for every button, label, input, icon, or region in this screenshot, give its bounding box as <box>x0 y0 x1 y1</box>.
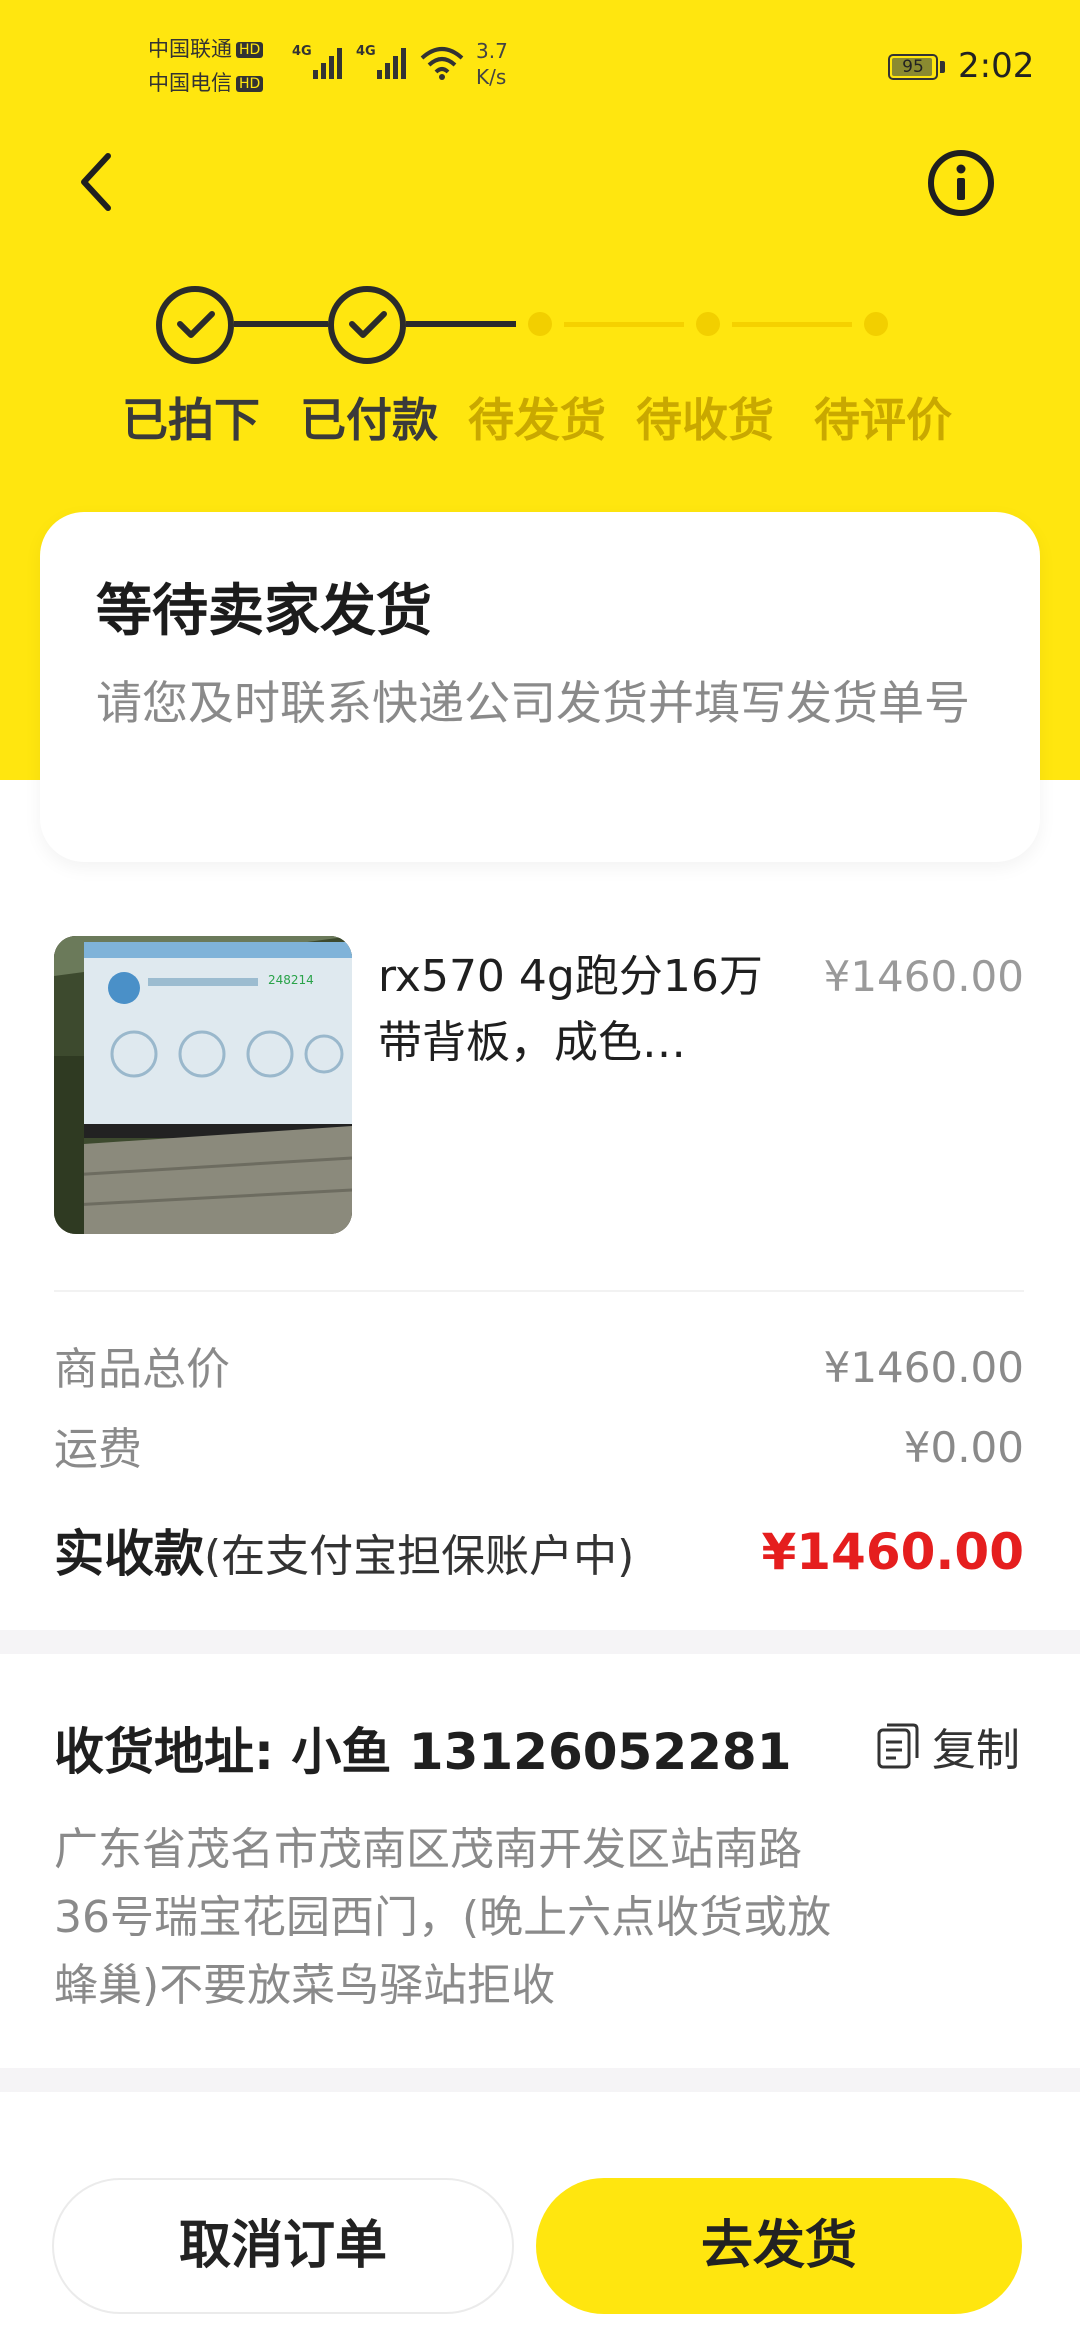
step-pending-dot <box>528 312 552 336</box>
step-connector-done <box>234 321 328 327</box>
product-thumbnail[interactable]: 248214 <box>54 936 352 1234</box>
step-connector-pending <box>732 322 852 327</box>
step-connector-done <box>406 321 516 327</box>
battery-cap <box>940 61 945 73</box>
chevron-left-icon <box>81 153 111 211</box>
copy-icon <box>877 1723 919 1769</box>
step-label-paid: 已付款 <box>300 393 438 447</box>
step-label-ordered: 已拍下 <box>122 393 260 447</box>
battery-percent: 95 <box>902 57 924 77</box>
step-label-awaiting-review: 待评价 <box>814 393 952 447</box>
status-bar: 中国联通 HD 中国电信 HD 4G 4G 3.7 K/s 95 2:02 <box>0 0 1080 120</box>
carrier-1: 中国联通 HD <box>148 36 264 62</box>
step-done-marker <box>156 286 234 364</box>
signal-icon <box>377 48 406 79</box>
step-connector-pending <box>564 322 684 327</box>
step-pending-dot <box>696 312 720 336</box>
carrier-2-label: 中国电信 <box>148 71 232 95</box>
wifi-icon <box>420 47 464 80</box>
section-separator <box>0 2068 1080 2092</box>
address-detail: 广东省茂名市茂南区茂南开发区站南路36号瑞宝花园西门，(晚上六点收货或放蜂巢)不… <box>54 1824 832 2011</box>
network-speed-value: 3.7 <box>476 39 508 63</box>
order-status-card: 等待卖家发货 请您及时联系快递公司发货并填写发货单号 <box>40 512 1040 862</box>
ship-order-button[interactable]: 去发货 <box>536 2178 1022 2314</box>
divider <box>54 1290 1024 1292</box>
benchmark-score: 248214 <box>268 973 314 987</box>
address-title: 收货地址: 小鱼 13126052281 <box>54 1723 792 1781</box>
status-description: 请您及时联系快递公司发货并填写发货单号 <box>96 676 970 730</box>
carrier-1-label: 中国联通 <box>148 37 232 61</box>
network-type-2: 4G <box>356 44 376 59</box>
order-progress-stepper: 已拍下 已付款 待发货 待收货 待评价 <box>0 280 1080 460</box>
copy-label: 复制 <box>932 1725 1020 1776</box>
subtotal-value: ¥1460.00 <box>823 1343 1024 1392</box>
info-circle-icon <box>928 150 994 216</box>
product-photo: 248214 <box>54 936 352 1234</box>
network-speed-unit: K/s <box>476 65 507 89</box>
cancel-order-button[interactable]: 取消订单 <box>52 2178 514 2314</box>
copy-address-button[interactable]: 复制 <box>876 1716 1020 1776</box>
step-pending-dot <box>864 312 888 336</box>
clock: 2:02 <box>958 46 1035 86</box>
signal-icon <box>313 48 342 79</box>
check-icon <box>177 311 215 338</box>
product-price: ¥1460.00 <box>823 952 1024 1001</box>
check-icon <box>349 311 387 338</box>
hd-badge: HD <box>236 76 264 92</box>
network-speed: 3.7 K/s <box>476 38 508 90</box>
shipping-value: ¥0.00 <box>903 1423 1024 1472</box>
battery-icon: 95 <box>888 54 938 80</box>
section-separator <box>0 1630 1080 1654</box>
step-label-awaiting-receipt: 待收货 <box>636 393 774 447</box>
step-label-awaiting-shipment: 待发货 <box>468 393 606 447</box>
network-type-1: 4G <box>292 44 312 59</box>
total-label-note: (在支付宝担保账户中) <box>204 1531 635 1582</box>
total-received-label: 实收款(在支付宝担保账户中) <box>54 1522 634 1589</box>
total-label-main: 实收款 <box>54 1525 204 1583</box>
status-title: 等待卖家发货 <box>96 579 432 644</box>
total-received-value: ¥1460.00 <box>761 1523 1024 1581</box>
info-button[interactable] <box>926 148 996 218</box>
carrier-2: 中国电信 HD <box>148 70 264 96</box>
subtotal-label: 商品总价 <box>54 1344 230 1395</box>
shipping-label: 运费 <box>54 1424 142 1475</box>
product-title[interactable]: rx570 4g跑分16万带背板，成色… <box>378 944 778 1076</box>
hd-badge: HD <box>236 42 264 58</box>
step-done-marker <box>328 286 406 364</box>
back-button[interactable] <box>66 150 130 214</box>
